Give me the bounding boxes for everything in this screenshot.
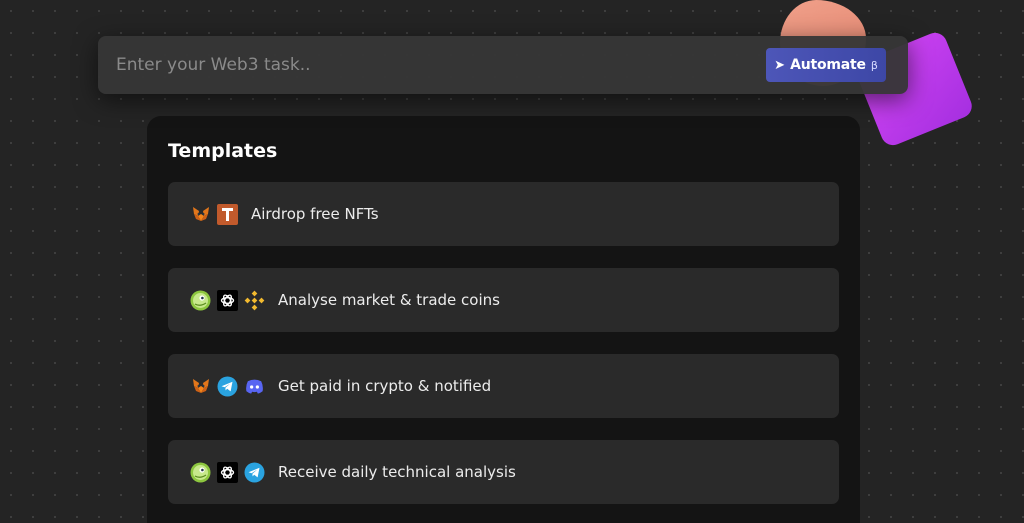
template-card-airdrop-nfts[interactable]: Airdrop free NFTs	[168, 182, 839, 246]
template-label: Receive daily technical analysis	[278, 463, 516, 481]
openai-icon	[217, 461, 238, 483]
binance-icon	[244, 290, 265, 311]
templates-title: Templates	[168, 140, 278, 162]
template-label: Analyse market & trade coins	[278, 291, 500, 309]
task-bar: ➤ Automate β	[98, 36, 908, 94]
coingecko-icon	[190, 462, 211, 483]
coingecko-icon	[190, 290, 211, 311]
telegram-icon	[217, 376, 238, 397]
t-app-icon	[217, 203, 238, 225]
openai-icon	[217, 289, 238, 311]
templates-panel: Templates Airdrop free NFTs Analyse mark…	[147, 116, 860, 523]
template-card-daily-analysis[interactable]: Receive daily technical analysis	[168, 440, 839, 504]
template-card-get-paid[interactable]: Get paid in crypto & notified	[168, 354, 839, 418]
automate-button-label: Automate	[790, 57, 866, 73]
discord-icon	[244, 376, 265, 397]
template-label: Get paid in crypto & notified	[278, 377, 492, 395]
telegram-icon	[244, 462, 265, 483]
metamask-fox-icon	[190, 204, 211, 225]
send-icon: ➤	[774, 57, 786, 73]
metamask-fox-icon	[190, 376, 211, 397]
task-input[interactable]	[98, 36, 748, 94]
beta-badge: β	[870, 58, 878, 72]
template-card-analyse-market[interactable]: Analyse market & trade coins	[168, 268, 839, 332]
automate-button[interactable]: ➤ Automate β	[766, 48, 886, 82]
template-label: Airdrop free NFTs	[251, 205, 379, 223]
